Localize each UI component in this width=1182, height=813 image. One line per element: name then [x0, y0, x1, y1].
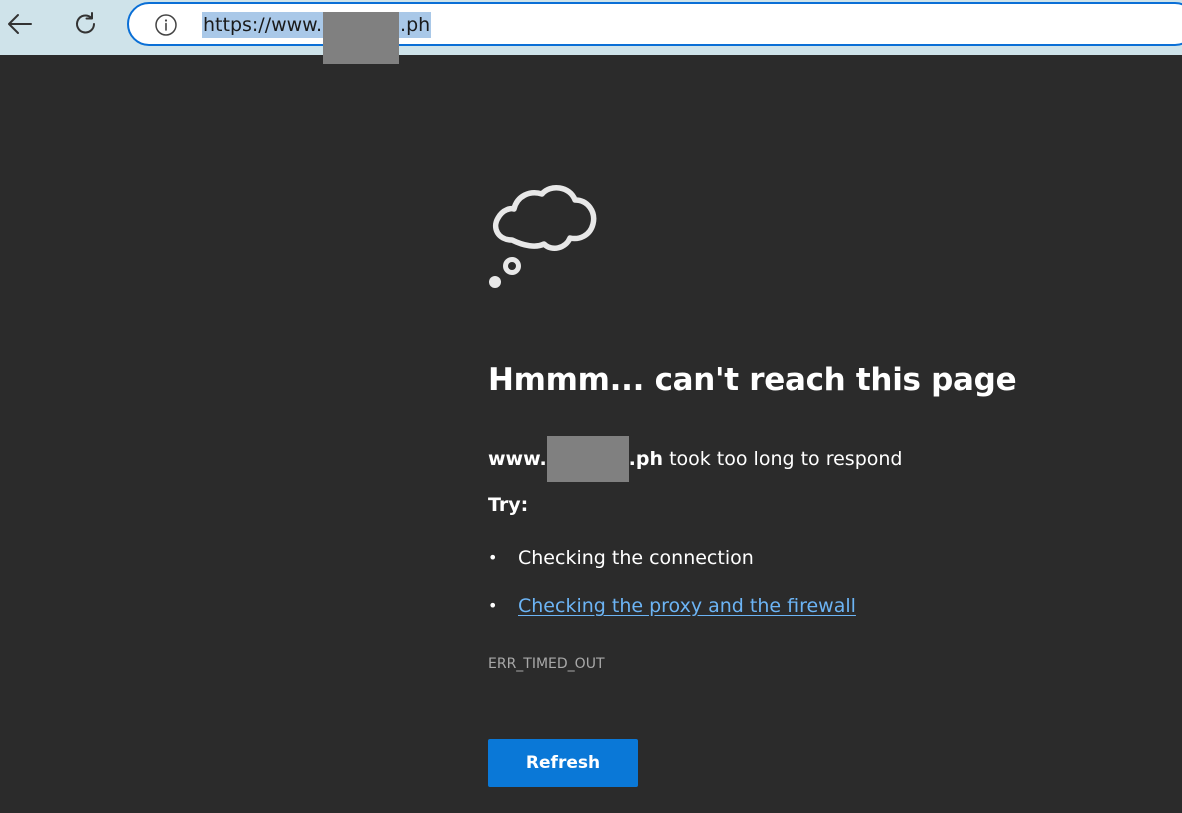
url-suffix: .ph — [399, 12, 432, 38]
bullet: • — [488, 548, 498, 567]
address-bar[interactable]: https://www. .ph — [127, 2, 1182, 64]
message-text: took too long to respond — [663, 448, 903, 470]
proxy-firewall-link[interactable]: Checking the proxy and the firewall — [518, 592, 856, 620]
try-heading: Try: — [488, 494, 529, 516]
suggestion-label: Checking the connection — [518, 547, 754, 569]
url-prefix: https://www. — [202, 12, 324, 38]
refresh-button[interactable]: Refresh — [488, 739, 638, 787]
thought-cloud-icon — [484, 178, 604, 293]
arrow-left-icon — [7, 13, 33, 40]
back-button[interactable] — [0, 6, 40, 46]
page-title: Hmmm... can't reach this page — [488, 362, 1017, 398]
info-icon[interactable] — [154, 13, 178, 37]
bullet: • — [488, 596, 498, 615]
site-redaction — [546, 436, 629, 482]
site-suffix: .ph — [628, 448, 664, 470]
url-redaction — [323, 12, 400, 64]
error-message: www. .ph took too long to respond — [488, 436, 902, 482]
refresh-icon — [73, 11, 99, 42]
refresh-page-button[interactable] — [66, 6, 106, 46]
error-code: ERR_TIMED_OUT — [488, 656, 605, 672]
site-prefix: www. — [488, 448, 547, 470]
browser-toolbar: https://www. .ph — [0, 0, 1182, 64]
url-field[interactable]: https://www. .ph — [202, 12, 432, 64]
